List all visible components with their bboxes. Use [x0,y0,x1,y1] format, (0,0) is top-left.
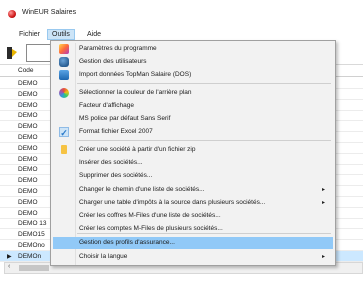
menu-item[interactable]: Import données TopMan Salaire (DOS) [53,69,333,81]
menu-item-label: Créer les coffres M-Files d'une liste de… [79,212,221,219]
settings-icon [59,44,69,54]
menu-item-label: Gestion des utilisateurs [79,58,147,65]
check-icon: ✓ [59,127,69,138]
menu-outils[interactable]: Outils [47,29,75,40]
palette-icon [59,88,69,98]
row-code: DEMOn [18,252,42,260]
row-pointer-icon: ▶ [7,253,12,260]
menu-item-label: Sélectionner la couleur de l'arrière pla… [79,89,192,96]
menu-separator [77,83,331,84]
tool-icon[interactable] [6,46,18,60]
menu-item-label: Changer le chemin d'une liste de société… [79,186,205,193]
menu-item[interactable]: Créer les coffres M-Files d'une liste de… [53,210,333,222]
column-header-code: Code [18,67,34,74]
menu-item[interactable]: Gestion des utilisateurs [53,56,333,68]
menu-item-label: Import données TopMan Salaire (DOS) [79,71,192,78]
menu-item-label: Gestion des profils d'assurance... [79,239,175,246]
scroll-thumb[interactable] [19,265,49,271]
row-code: DEMO [18,123,38,131]
row-code: DEMO 13 [18,220,47,228]
menu-item[interactable]: Charger une table d'impôts à la source d… [53,197,333,209]
menu-item-label: Facteur d'affichage [79,102,134,109]
menu-item[interactable]: Sélectionner la couleur de l'arrière pla… [53,87,333,99]
menu-separator [77,140,331,141]
menu-item[interactable]: Paramètres du programme [53,43,333,55]
row-code: DEMO [18,80,38,87]
menu-item[interactable]: Choisir la langue ▸ [53,251,333,263]
menu-item-label: Choisir la langue [79,253,128,260]
users-icon [59,57,69,67]
row-code: DEMO15 [18,231,45,239]
menu-item[interactable]: Gestion des profils d'assurance... [53,237,333,249]
row-code: DEMO [18,166,38,174]
submenu-arrow-icon: ▸ [321,200,325,206]
menu-item[interactable]: Créer les comptes M-Files de plusieurs s… [53,223,333,235]
window-title: WinEUR Salaires [22,9,77,16]
menu-item-label: MS police par défaut Sans Serif [79,115,171,122]
menu-item[interactable]: Créer une société à partir d'un fichier … [53,144,333,156]
title-bar: WinEUR Salaires [0,0,363,28]
menu-aide[interactable]: Aide [83,29,105,40]
menu-item-label: Insérer des sociétés... [79,159,143,166]
row-code: DEMO [18,134,38,141]
menu-item-label: Créer les comptes M-Files de plusieurs s… [79,225,223,232]
menu-item[interactable]: Supprimer des sociétés... [53,170,333,182]
menu-item[interactable]: Facteur d'affichage [53,100,333,112]
row-code: DEMO [18,198,38,206]
scroll-left-icon[interactable]: ‹ [8,263,10,270]
row-code: DEMO [18,209,38,217]
row-code: DEMO [18,177,38,185]
row-code: DEMO [18,155,38,163]
menu-item[interactable]: MS police par défaut Sans Serif [53,113,333,125]
outils-dropdown-menu: Paramètres du programme Gestion des utili… [50,40,336,266]
menu-item-label: Créer une société à partir d'un fichier … [79,146,196,153]
row-code: DEMO [18,90,38,98]
menu-item-label: Supprimer des sociétés... [79,172,153,179]
menu-fichier[interactable]: Fichier [15,29,44,40]
row-code: DEMO [18,101,38,109]
zip-icon [61,145,67,154]
menu-item[interactable]: Insérer des sociétés... [53,157,333,169]
menu-item[interactable]: ✓ Format fichier Excel 2007 [53,126,333,138]
app-icon [8,10,16,18]
row-code: DEMOno [18,242,45,249]
menu-item-label: Charger une table d'impôts à la source d… [79,199,266,206]
menu-item-label: Paramètres du programme [79,45,157,52]
row-code: DEMO [18,112,38,120]
submenu-arrow-icon: ▸ [321,254,325,260]
menu-item[interactable]: Changer le chemin d'une liste de société… [53,184,333,196]
row-code: DEMO [18,144,38,152]
menu-item-label: Format fichier Excel 2007 [79,128,153,135]
row-code: DEMO [18,188,38,195]
submenu-arrow-icon: ▸ [321,187,325,193]
import-icon [59,70,69,80]
